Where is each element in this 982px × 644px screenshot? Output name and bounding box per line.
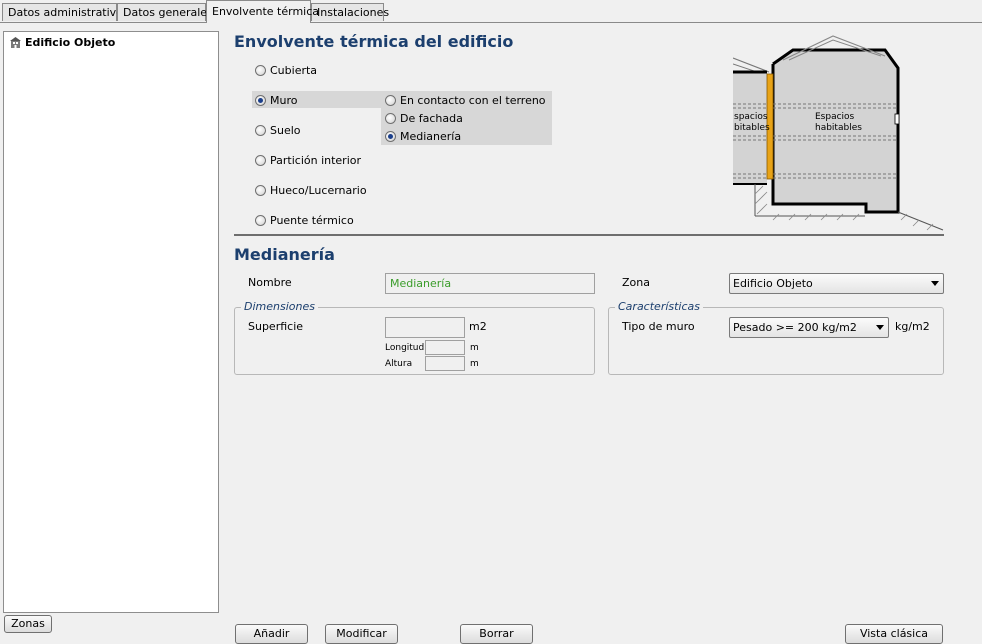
section-divider [234,234,944,236]
radio-hueco-lucernario[interactable]: Hueco/Lucernario [255,184,367,197]
tab-envolvente-termica[interactable]: Envolvente térmica [206,0,319,23]
dimensiones-legend: Dimensiones [241,300,318,313]
vista-clasica-button[interactable]: Vista clásica [845,624,943,644]
longitud-label: Longitud [385,343,425,353]
tab-datos-administrativos[interactable]: Datos administrativos [2,3,129,21]
tree-item-edificio-objeto[interactable]: Edificio Objeto [10,36,115,49]
anadir-button[interactable]: Añadir [235,624,308,644]
radio-indicator [255,125,266,136]
caracteristicas-legend: Características [615,300,704,313]
borrar-button[interactable]: Borrar [460,624,533,644]
superficie-label: Superficie [248,320,304,333]
radio-label: De fachada [400,112,463,125]
tab-datos-generales[interactable]: Datos generales [117,3,213,21]
radio-label: Puente térmico [270,214,354,227]
radio-indicator [255,185,266,196]
radio-indicator [255,65,266,76]
radio-label: Hueco/Lucernario [270,184,367,197]
radio-indicator [385,95,396,106]
radio-label: Muro [270,94,298,107]
radio-label: Partición interior [270,154,362,167]
radio-indicator [255,215,266,226]
tab-bar: Datos administrativos Datos generales En… [0,0,982,23]
radio-suelo[interactable]: Suelo [255,124,301,137]
tipo-muro-unit: kg/m2 [895,320,930,333]
zona-label: Zona [622,276,650,289]
chevron-down-icon [931,281,939,286]
zona-select[interactable]: Edificio Objeto [729,273,944,294]
zona-select-value: Edificio Objeto [733,277,813,290]
medianeria-diagram [733,35,944,231]
altura-label: Altura [385,359,413,369]
altura-field[interactable] [425,356,465,371]
radio-en-contacto-terreno[interactable]: En contacto con el terreno [385,94,546,107]
radio-label: En contacto con el terreno [400,94,546,107]
radio-indicator [385,113,396,124]
radio-de-fachada[interactable]: De fachada [385,112,463,125]
radio-cubierta[interactable]: Cubierta [255,64,317,77]
tipo-muro-label: Tipo de muro [622,320,695,333]
nombre-field[interactable]: Medianería [385,273,595,294]
superficie-field[interactable] [385,317,465,338]
radio-muro[interactable]: Muro [255,94,297,107]
tree-item-label: Edificio Objeto [25,36,116,49]
form-title: Medianería [234,245,335,264]
radio-indicator [255,155,266,166]
radio-puente-termico[interactable]: Puente térmico [255,214,354,227]
superficie-unit: m2 [469,320,487,333]
radio-particion-interior[interactable]: Partición interior [255,154,361,167]
zonas-button[interactable]: Zonas [4,615,52,633]
modificar-button[interactable]: Modificar [325,624,398,644]
radio-indicator [385,131,396,142]
radio-label: Suelo [270,124,301,137]
radio-indicator [255,95,266,106]
envolvente-title: Envolvente térmica del edificio [234,32,514,51]
radio-label: Medianería [400,130,462,143]
altura-unit: m [470,359,479,369]
nombre-label: Nombre [248,276,292,289]
tab-instalaciones[interactable]: Instalaciones [311,3,389,21]
building-icon [10,37,21,48]
longitud-field[interactable] [425,340,465,355]
tipo-muro-select[interactable]: Pesado >= 200 kg/m2 [729,317,889,338]
chevron-down-icon [876,325,884,330]
tipo-muro-select-value: Pesado >= 200 kg/m2 [733,321,857,334]
diagram-left-label: spacios bitables [734,112,770,133]
radio-medianeria[interactable]: Medianería [385,130,461,143]
diagram-right-label: Espacios habitables [815,112,862,133]
longitud-unit: m [470,343,479,353]
building-tree[interactable]: Edificio Objeto [3,31,219,613]
radio-label: Cubierta [270,64,318,77]
